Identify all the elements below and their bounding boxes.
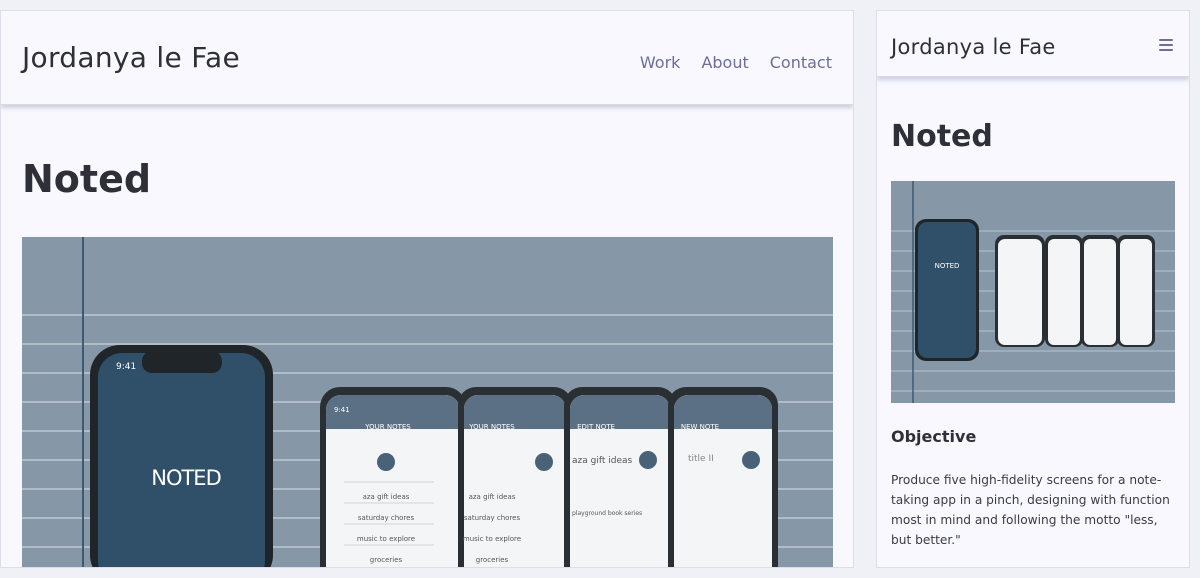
mobile-page-title: Noted — [891, 119, 993, 154]
phone1-item-1: aza gift ideas — [363, 493, 410, 501]
phone4-note-title: title II — [688, 454, 714, 464]
app-mockup-illustration: 9:41 NOTED 9:41 YOUR NOTES aza gift idea… — [22, 237, 833, 567]
phone3-header: EDIT NOTE — [577, 423, 615, 431]
main-nav: Work About Contact — [640, 53, 832, 72]
desktop-preview: Jordanya le Fae Work About Contact Noted — [0, 10, 854, 568]
phone2-item-4: groceries — [476, 556, 509, 564]
splash-logo: NOTED — [151, 466, 221, 490]
phone2-header: YOUR NOTES — [468, 423, 515, 431]
phone1-item-3: music to explore — [357, 535, 415, 543]
mobile-header: Jordanya le Fae — [877, 11, 1189, 77]
phone1-header: YOUR NOTES — [364, 423, 411, 431]
mobile-hero-image: NOTED — [891, 181, 1175, 403]
note-phone-1: 9:41 YOUR NOTES aza gift ideas saturday … — [320, 387, 466, 567]
mobile-splash-logo: NOTED — [935, 262, 960, 270]
site-brand[interactable]: Jordanya le Fae — [22, 41, 240, 74]
phone1-item-4: groceries — [370, 556, 403, 564]
mobile-preview: Jordanya le Fae Noted NOTED Objective Pr… — [876, 10, 1190, 568]
phone3-note-body: playground book series — [572, 510, 642, 517]
mobile-app-mockup-illustration: NOTED — [891, 181, 1175, 403]
phone3-note-title: aza gift ideas — [572, 456, 632, 466]
search-icon — [377, 453, 395, 471]
page-title: Noted — [22, 157, 152, 201]
site-header: Jordanya le Fae Work About Contact — [1, 11, 853, 105]
splash-phone: 9:41 NOTED — [90, 345, 273, 567]
note-phone-4: NEW NOTE title II — [668, 387, 778, 567]
phone2-item-2: saturday chores — [464, 514, 521, 522]
trash-icon — [639, 451, 657, 469]
objective-text: Produce five high-fidelity screens for a… — [891, 473, 1170, 547]
splash-time: 9:41 — [116, 362, 136, 372]
phone2-item-1: aza gift ideas — [469, 493, 516, 501]
nav-about-link[interactable]: About — [701, 53, 748, 72]
note-phone-2: YOUR NOTES aza gift ideas saturday chore… — [458, 387, 572, 567]
phone1-time: 9:41 — [334, 406, 350, 414]
phone2-item-3: music to explore — [463, 535, 521, 543]
trash-icon-2 — [742, 451, 760, 469]
mobile-brand[interactable]: Jordanya le Fae — [891, 35, 1056, 59]
search-icon-2 — [535, 453, 553, 471]
phone4-header: NEW NOTE — [681, 423, 719, 431]
note-phone-3: EDIT NOTE aza gift ideas playground book… — [564, 387, 676, 567]
phone1-item-2: saturday chores — [358, 514, 415, 522]
hamburger-menu-icon[interactable] — [1159, 39, 1173, 51]
nav-contact-link[interactable]: Contact — [770, 53, 832, 72]
hero-image: 9:41 NOTED 9:41 YOUR NOTES aza gift idea… — [22, 237, 833, 567]
nav-work-link[interactable]: Work — [640, 53, 681, 72]
objective-heading: Objective — [891, 427, 977, 446]
